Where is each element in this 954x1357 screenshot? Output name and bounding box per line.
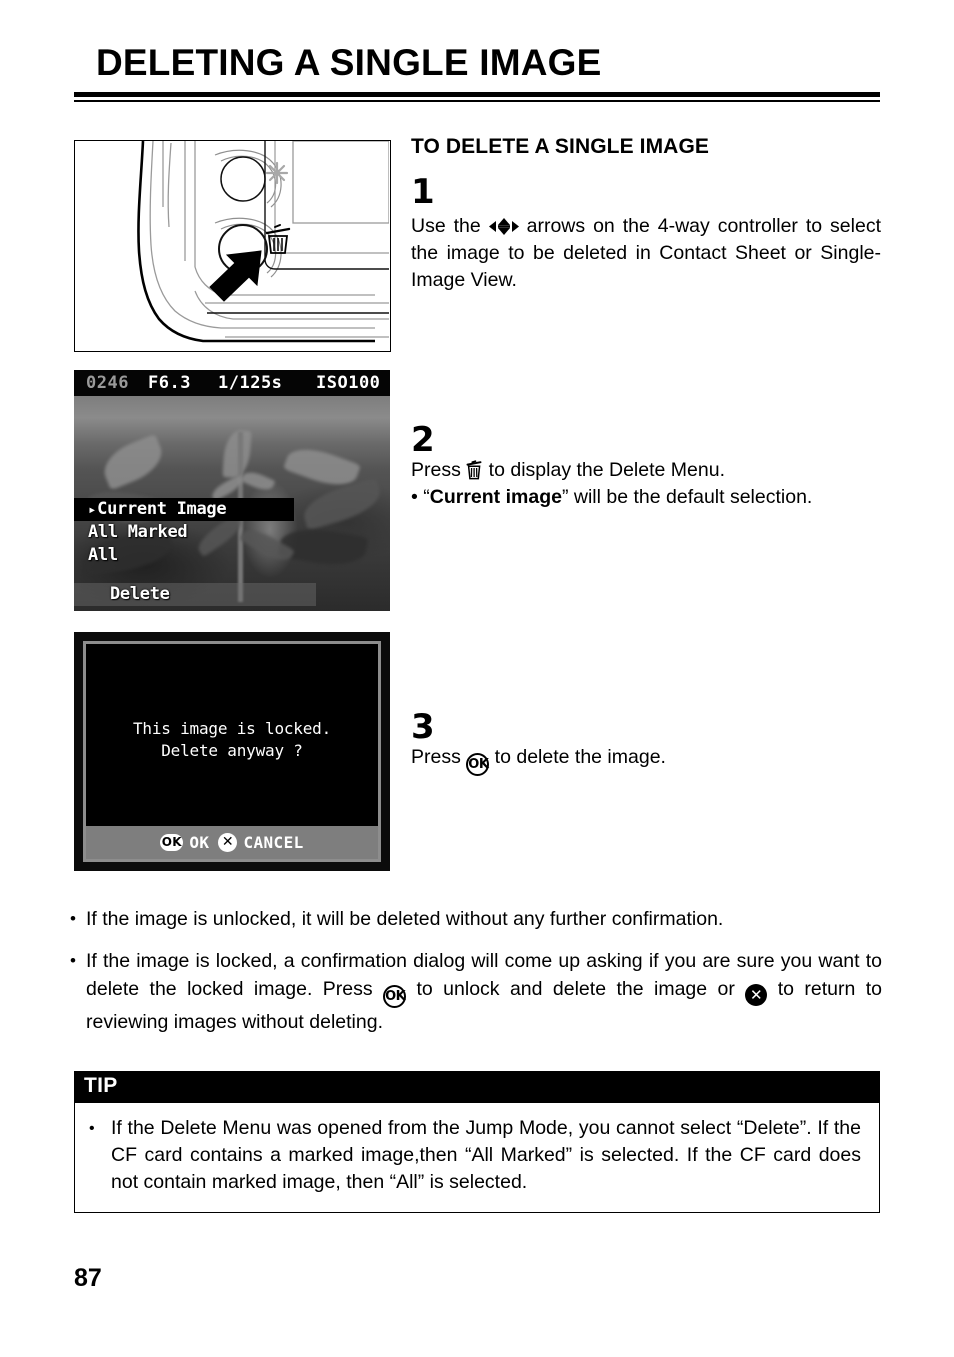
menu-item-label: All [88,545,118,565]
dialog-footer-bar: OK OK ✕ CANCEL [86,826,378,859]
title-rule-thin [74,100,880,102]
step-3-text-after: to delete the image. [489,746,666,768]
tip-text: If the Delete Menu was opened from the J… [111,1117,861,1193]
star-icon [265,161,289,185]
note-item: • If the image is unlocked, it will be d… [70,905,882,933]
tip-header: TIP [74,1071,880,1103]
trash-icon [466,460,483,480]
lcd-delete-menu: ▸Current Image All Marked All Delete [74,498,390,606]
figure-locked-dialog: This image is locked. Delete anyway ? OK… [74,632,390,871]
menu-footer-label: Delete [110,584,170,604]
note-text-part2: to unlock and delete the image or [406,978,746,1000]
tip-bullet-dot: • [89,1120,95,1137]
step-2-number: 2 [411,420,435,460]
step-1: 1 Use the arrows on the 4-way controller… [411,175,881,294]
cancel-button-icon: ✕ [218,833,238,852]
lcd-shutter-speed: 1/125s [218,373,283,393]
tip-body: • If the Delete Menu was opened from the… [74,1103,880,1213]
cancel-button-icon: ✕ [745,984,768,1006]
step-2-text-before: Press [411,459,467,481]
menu-item-all-marked[interactable]: All Marked [74,521,390,544]
lcd-info-bar: 0246 F6.3 1/125s ISO100 [74,370,390,396]
step-3-text-before: Press [411,746,467,768]
callout-arrow-icon [209,250,262,302]
lcd-frame-number: 0246 [86,373,129,393]
ok-button-icon: OK [383,985,407,1008]
menu-item-current-image[interactable]: ▸Current Image [74,498,294,521]
title-rule-thick [74,92,880,97]
menu-item-label: All Marked [88,522,188,542]
step-2-bullet-rest: will be the default selection. [568,486,813,508]
step-2: 2 Press to display the Delete Menu. • “C… [411,423,881,511]
figure-lcd-delete-menu: 0246 F6.3 1/125s ISO100 ▸Current Image A… [74,370,390,611]
step-2-emphasis: Current image [429,486,562,508]
page-title: DELETING A SINGLE IMAGE [96,42,602,83]
step-3: 3 Press OK to delete the image. [411,710,881,776]
trash-icon [265,224,291,254]
menu-item-all[interactable]: All [74,544,390,567]
tip-box: TIP • If the Delete Menu was opened from… [74,1071,880,1213]
camera-line-drawing [137,141,390,343]
step-2-bullet-dot: • [411,486,418,508]
note-bullet-dot: • [70,951,76,970]
note-bullet-dot: • [70,909,76,928]
menu-spacer [74,567,390,583]
step-1-text-before: Use the [411,215,489,237]
section-heading: TO DELETE A SINGLE IMAGE [411,135,709,158]
note-text: If the image is unlocked, it will be del… [86,908,724,930]
dialog-ok-action[interactable]: OK OK [160,833,209,852]
camera-lcd-frame [292,141,390,224]
menu-item-label: Current Image [97,499,227,519]
page-number: 87 [74,1264,102,1292]
step-2-text-after: to display the Delete Menu. [483,459,725,481]
step-2-text: Press to display the Delete Menu. [411,457,881,484]
note-text: If the image is locked, a confirmation d… [86,947,882,1036]
ok-button-icon: OK [160,834,184,851]
dialog-cancel-action[interactable]: ✕ CANCEL [218,833,303,852]
dialog-message: This image is locked. Delete anyway ? [86,718,378,762]
note-item: • If the image is locked, a confirmation… [70,947,882,1036]
notes-list: • If the image is unlocked, it will be d… [70,905,882,1050]
menu-footer-delete[interactable]: Delete [74,583,316,606]
4-way-arrows-icon [488,216,519,235]
step-2-sub-bullet: • “Current image” will be the default se… [411,484,881,511]
menu-selection-caret: ▸ [88,502,97,518]
dialog-ok-label: OK [189,833,210,852]
ok-button-icon: OK [466,753,490,776]
step-3-text: Press OK to delete the image. [411,744,881,776]
step-1-text: Use the arrows on the 4-way controller t… [411,213,881,294]
dialog-screen: This image is locked. Delete anyway ? OK… [83,641,381,862]
lcd-iso: ISO100 [316,373,381,393]
dialog-cancel-label: CANCEL [243,833,304,852]
lcd-aperture: F6.3 [148,373,191,393]
step-3-number: 3 [411,707,435,747]
dialog-message-line2: Delete anyway ? [161,741,303,760]
camera-button-upper [220,156,266,202]
step-1-number: 1 [411,172,435,212]
figure-camera-back [74,140,391,352]
dialog-message-line1: This image is locked. [132,719,332,738]
